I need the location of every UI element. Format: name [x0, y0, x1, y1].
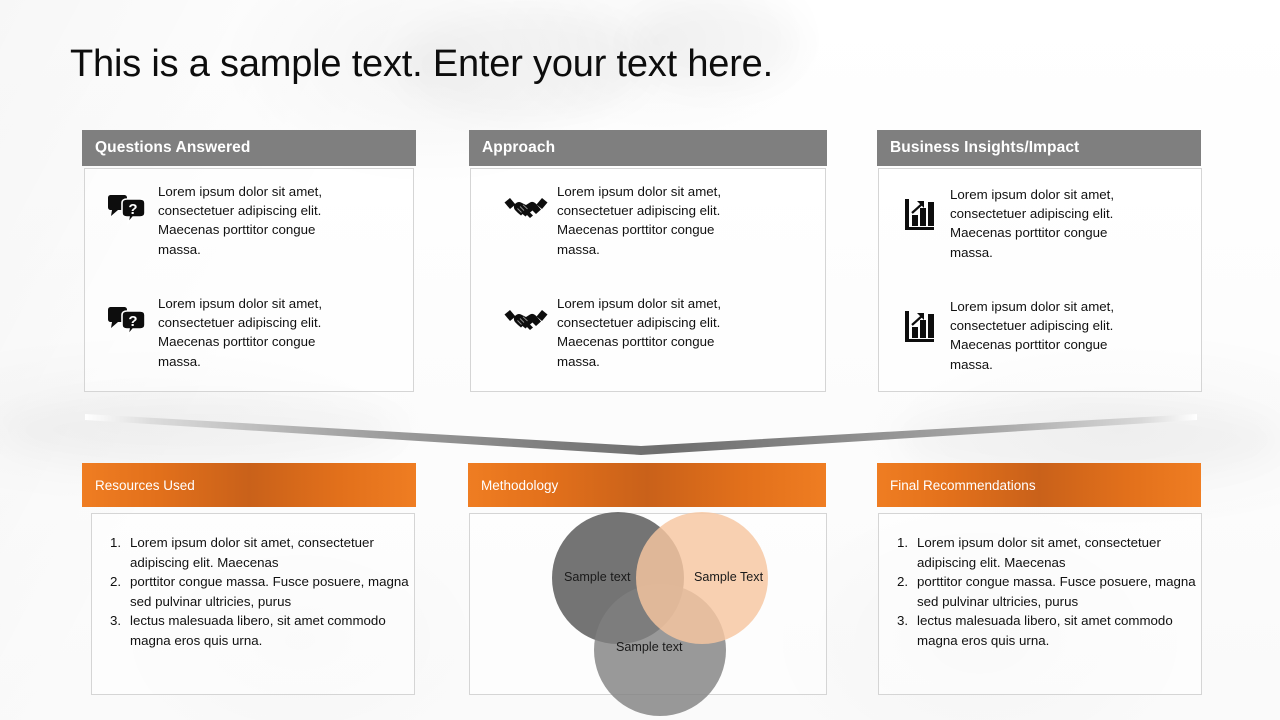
list-item-marker: 2.: [110, 574, 122, 589]
card-title-questions-answered: Questions Answered: [95, 139, 251, 156]
card-title-resources-used: Resources Used: [95, 477, 195, 493]
list-item-text: porttitor congue massa. Fusce posuere, m…: [130, 574, 409, 609]
card-title-approach: Approach: [482, 139, 556, 156]
page-title: This is a sample text. Enter your text h…: [70, 43, 773, 85]
list-item: 3. lectus malesuada libero, sit amet com…: [100, 611, 410, 650]
handshake-icon: [495, 294, 557, 336]
list-item: 2. porttitor congue massa. Fusce posuere…: [887, 572, 1197, 611]
speech-bubbles-question-icon: ?: [96, 294, 158, 340]
list-item: Lorem ipsum dolor sit amet, consectetuer…: [495, 182, 815, 259]
speech-bubbles-question-icon: ?: [96, 182, 158, 228]
list-item-text: Lorem ipsum dolor sit amet, consectetuer…: [950, 299, 1115, 372]
venn-label-bottom: Sample text: [616, 640, 683, 654]
list-item: Lorem ipsum dolor sit amet, consectetuer…: [888, 185, 1198, 262]
list-item-text: lectus malesuada libero, sit amet commod…: [917, 613, 1173, 648]
list-item-text: Lorem ipsum dolor sit amet, consectetuer…: [557, 184, 722, 257]
svg-text:?: ?: [128, 201, 137, 218]
svg-text:?: ?: [128, 313, 137, 330]
list-item: 3. lectus malesuada libero, sit amet com…: [887, 611, 1197, 650]
numbered-list-final-recommendations: 1. Lorem ipsum dolor sit amet, consectet…: [887, 533, 1197, 650]
card-header-final-recommendations: Final Recommendations: [877, 463, 1201, 507]
card-title-methodology: Methodology: [481, 477, 559, 493]
venn-label-left: Sample text: [564, 570, 631, 584]
venn-label-right: Sample Text: [694, 570, 764, 584]
list-item-marker: 1.: [897, 535, 909, 550]
list-item-text: Lorem ipsum dolor sit amet, consectetuer…: [158, 296, 323, 369]
card-header-business-insights: Business Insights/Impact: [877, 130, 1201, 166]
list-item-text: porttitor congue massa. Fusce posuere, m…: [917, 574, 1196, 609]
card-header-approach: Approach: [469, 130, 827, 166]
venn-circle-right: Sample Text: [636, 512, 768, 644]
list-item: 1. Lorem ipsum dolor sit amet, consectet…: [100, 533, 410, 572]
card-header-methodology: Methodology: [468, 463, 826, 507]
slide-canvas: This is a sample text. Enter your text h…: [0, 0, 1280, 720]
card-header-questions-answered: Questions Answered: [82, 130, 416, 166]
list-item-text: Lorem ipsum dolor sit amet, consectetuer…: [917, 535, 1161, 570]
numbered-list-resources-used: 1. Lorem ipsum dolor sit amet, consectet…: [100, 533, 410, 650]
list-item-marker: 3.: [897, 613, 909, 628]
list-item-text: Lorem ipsum dolor sit amet, consectetuer…: [158, 184, 323, 257]
card-header-resources-used: Resources Used: [82, 463, 416, 507]
card-title-final-recommendations: Final Recommendations: [890, 477, 1036, 493]
list-item-text: lectus malesuada libero, sit amet commod…: [130, 613, 386, 648]
list-item: ? Lorem ipsum dolor sit amet, consectetu…: [96, 182, 406, 259]
list-item: Lorem ipsum dolor sit amet, consectetuer…: [888, 297, 1198, 374]
downward-chevron-divider: [85, 410, 1197, 455]
list-item: ? Lorem ipsum dolor sit amet, consectetu…: [96, 294, 406, 371]
bar-chart-growth-icon: [888, 185, 950, 231]
list-item-text: Lorem ipsum dolor sit amet, consectetuer…: [950, 187, 1115, 260]
list-item-marker: 2.: [897, 574, 909, 589]
venn-diagram: Sample text Sample text Sample Text: [470, 510, 826, 716]
bar-chart-growth-icon: [888, 297, 950, 343]
list-item: 1. Lorem ipsum dolor sit amet, consectet…: [887, 533, 1197, 572]
list-item-marker: 3.: [110, 613, 122, 628]
handshake-icon: [495, 182, 557, 224]
list-item-text: Lorem ipsum dolor sit amet, consectetuer…: [557, 296, 722, 369]
list-item-text: Lorem ipsum dolor sit amet, consectetuer…: [130, 535, 374, 570]
list-item: 2. porttitor congue massa. Fusce posuere…: [100, 572, 410, 611]
list-item: Lorem ipsum dolor sit amet, consectetuer…: [495, 294, 815, 371]
card-title-business-insights: Business Insights/Impact: [890, 139, 1080, 156]
list-item-marker: 1.: [110, 535, 122, 550]
